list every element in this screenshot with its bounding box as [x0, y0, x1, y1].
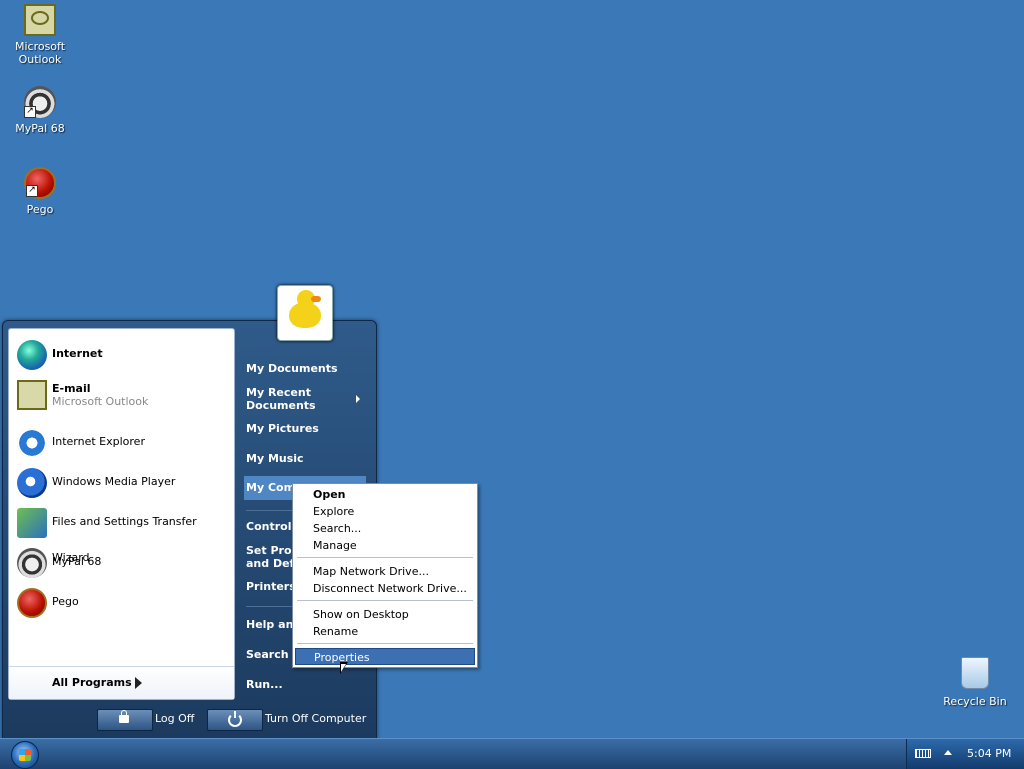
- all-programs-label: All Programs: [52, 676, 132, 689]
- log-off-label: Log Off: [155, 712, 195, 725]
- start-menu-programs-pane: Internet E-mail Microsoft Outlook Intern…: [8, 328, 235, 700]
- separator: [297, 600, 473, 601]
- program-label: Windows Media Player: [52, 475, 176, 488]
- internet-explorer-icon: [17, 428, 47, 458]
- desktop-icon-label: Pego: [26, 203, 54, 216]
- clock[interactable]: 5:04 PM: [967, 739, 1011, 769]
- place-my-pictures[interactable]: My Pictures: [246, 422, 361, 435]
- program-internet[interactable]: Internet: [9, 336, 234, 372]
- context-item-map-network-drive[interactable]: Map Network Drive...: [295, 563, 475, 580]
- program-email[interactable]: E-mail Microsoft Outlook: [9, 376, 234, 412]
- separator: [297, 557, 473, 558]
- place-my-recent-documents[interactable]: My Recent Documents: [246, 386, 361, 412]
- program-windows-media-player[interactable]: Windows Media Player: [9, 464, 234, 500]
- desktop-icon-mypal[interactable]: ↗ MyPal 68: [0, 86, 80, 135]
- place-my-music[interactable]: My Music: [246, 452, 361, 465]
- desktop-icon-label: MyPal 68: [15, 122, 65, 135]
- mypal-icon: [17, 548, 47, 578]
- shortcut-arrow-icon: ↗: [26, 185, 38, 197]
- outlook-mail-icon: [17, 380, 47, 410]
- desktop-icon-label: Recycle Bin: [943, 695, 1007, 708]
- submenu-arrow-icon: [356, 395, 360, 403]
- program-title: E-mail: [52, 382, 91, 395]
- program-label: Internet: [52, 347, 103, 360]
- user-picture[interactable]: [277, 285, 333, 341]
- program-transfer-wizard[interactable]: Files and Settings Transfer Wizard: [9, 504, 234, 564]
- mypal-icon: ↗: [24, 86, 56, 118]
- log-off-icon-box: [97, 709, 153, 731]
- show-hidden-icons-icon[interactable]: [944, 750, 952, 755]
- context-item-search[interactable]: Search...: [295, 520, 475, 537]
- taskbar: 5:04 PM: [0, 738, 1024, 769]
- program-label: E-mail Microsoft Outlook: [52, 382, 148, 408]
- outlook-icon: [24, 4, 56, 36]
- program-mypal[interactable]: MyPal 68: [9, 544, 234, 580]
- desktop-icon-outlook[interactable]: Microsoft Outlook: [0, 4, 80, 66]
- recycle-bin-icon: [961, 657, 989, 689]
- place-run[interactable]: Run...: [246, 678, 361, 691]
- windows-media-player-icon: [17, 468, 47, 498]
- power-icon: [228, 711, 242, 727]
- context-item-properties[interactable]: Properties: [295, 648, 475, 665]
- context-item-explore[interactable]: Explore: [295, 503, 475, 520]
- context-item-open[interactable]: Open: [295, 486, 475, 503]
- program-label: Internet Explorer: [52, 435, 145, 448]
- program-internet-explorer[interactable]: Internet Explorer: [9, 424, 234, 460]
- program-subtitle: Microsoft Outlook: [52, 395, 149, 408]
- transfer-wizard-icon: [17, 508, 47, 538]
- pego-icon: [17, 588, 47, 618]
- context-item-disconnect-network-drive[interactable]: Disconnect Network Drive...: [295, 580, 475, 597]
- windows-logo-icon: [19, 749, 31, 761]
- context-item-show-on-desktop[interactable]: Show on Desktop: [295, 606, 475, 623]
- program-pego[interactable]: Pego: [9, 584, 234, 620]
- context-item-manage[interactable]: Manage: [295, 537, 475, 554]
- all-programs-button[interactable]: All Programs: [9, 666, 234, 699]
- desktop-icon-label: Microsoft Outlook: [14, 40, 66, 66]
- shortcut-arrow-icon: ↗: [24, 106, 36, 118]
- system-tray: 5:04 PM: [906, 739, 1024, 769]
- place-my-documents[interactable]: My Documents: [246, 362, 361, 375]
- desktop-icon-recycle-bin[interactable]: Recycle Bin: [935, 657, 1015, 708]
- separator: [297, 643, 473, 644]
- keyboard-icon[interactable]: [915, 749, 931, 758]
- turn-off-icon-box: [207, 709, 263, 731]
- program-label: Pego: [52, 595, 79, 608]
- context-menu: Open Explore Search... Manage Map Networ…: [292, 483, 478, 668]
- lock-icon: [119, 710, 129, 723]
- desktop-icon-pego[interactable]: ↗ Pego: [0, 167, 80, 216]
- globe-icon: [17, 340, 47, 370]
- arrow-right-icon: [135, 677, 142, 689]
- program-label: MyPal 68: [52, 555, 102, 568]
- start-button[interactable]: [11, 741, 39, 769]
- context-item-rename[interactable]: Rename: [295, 623, 475, 640]
- turn-off-label: Turn Off Computer: [265, 712, 367, 725]
- pego-icon: ↗: [24, 167, 56, 199]
- duck-icon: [289, 290, 321, 328]
